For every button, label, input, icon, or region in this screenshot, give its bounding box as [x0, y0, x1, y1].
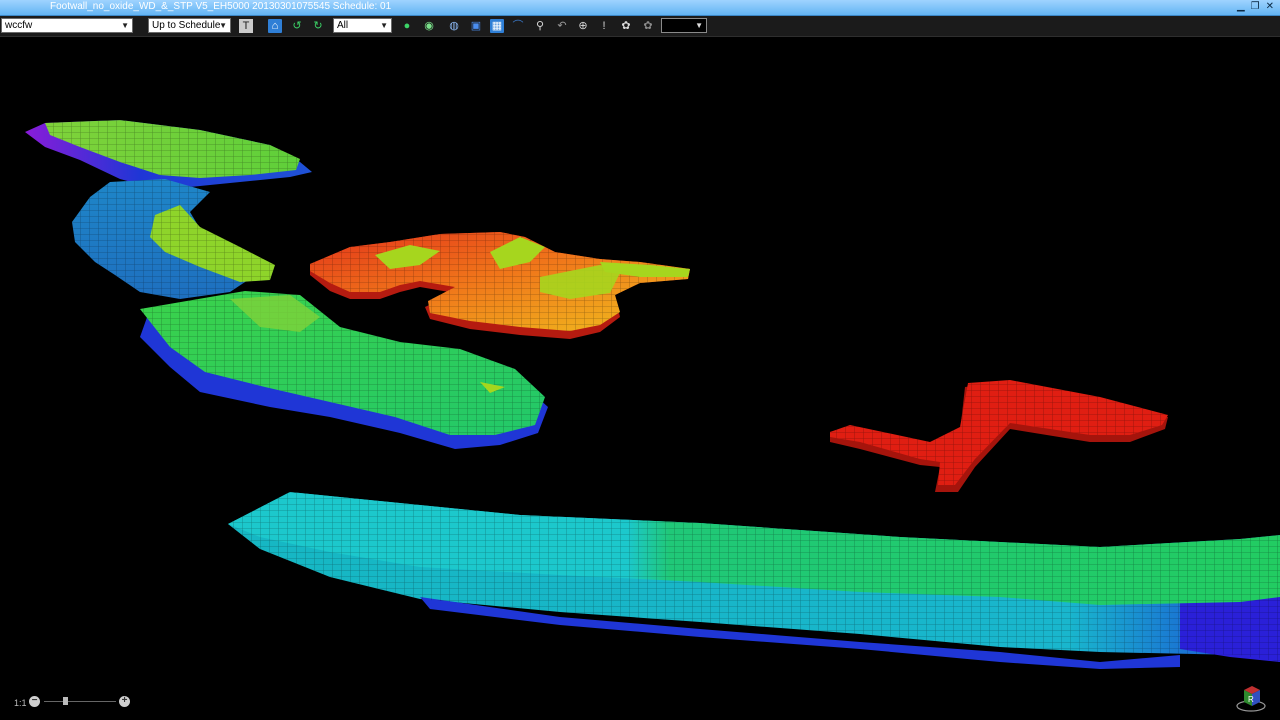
globe-green-icon[interactable]: ●: [400, 19, 414, 33]
block-central-orange: [310, 232, 690, 339]
globe-white-icon[interactable]: ◉: [422, 19, 436, 33]
block-upper-left-blue: [72, 179, 275, 299]
arc-icon[interactable]: ⌒: [511, 19, 525, 33]
zoom-slider-track[interactable]: [44, 701, 116, 702]
refresh-icon[interactable]: ↶: [555, 19, 569, 33]
svg-text:R: R: [1248, 695, 1254, 704]
marker-icon[interactable]: !: [597, 19, 611, 33]
location-pin-icon[interactable]: ⚲: [533, 19, 547, 33]
zoom-out-button[interactable]: −: [29, 696, 40, 707]
block-right-red: [830, 380, 1168, 492]
chevron-down-icon: ▼: [219, 21, 227, 30]
model-select[interactable]: wccfw ▼: [1, 18, 133, 33]
chevron-down-icon: ▼: [695, 21, 703, 30]
title-bar: Footwall_no_oxide_WD_&_STP V5_EH5000 201…: [0, 0, 1280, 16]
window-title: Footwall_no_oxide_WD_&_STP V5_EH5000 201…: [50, 1, 392, 12]
navigation-cube-icon[interactable]: R: [1236, 682, 1266, 712]
window-controls: ▁ ❐ ✕: [1237, 1, 1274, 12]
sphere-icon[interactable]: ◍: [447, 19, 461, 33]
chevron-down-icon: ▼: [380, 21, 388, 30]
schedule-select[interactable]: Up to Schedule ▼: [148, 18, 231, 33]
text-icon[interactable]: T: [239, 19, 253, 33]
color-picker[interactable]: ▼: [661, 18, 707, 33]
rotate-right-icon[interactable]: ↻: [311, 19, 325, 33]
cube-icon[interactable]: ▣: [469, 19, 483, 33]
zoom-slider-thumb[interactable]: [63, 697, 68, 705]
paw-icon[interactable]: ✿: [619, 19, 633, 33]
block-bottom-slab: [228, 492, 1280, 669]
zoom-ratio: 1:1: [14, 698, 27, 708]
zoom-in-button[interactable]: +: [119, 696, 130, 707]
close-icon[interactable]: ✕: [1266, 1, 1274, 12]
select-box-icon[interactable]: ▦: [490, 19, 504, 33]
restore-icon[interactable]: ❐: [1251, 1, 1260, 12]
block-upper-left-green: [25, 120, 312, 187]
filter-select[interactable]: All ▼: [333, 18, 392, 33]
toolbar: wccfw ▼ Up to Schedule ▼ T ⌂ ↺ ↻ All ▼ ●…: [0, 16, 1280, 37]
minimize-icon[interactable]: ▁: [1237, 1, 1245, 12]
target-icon[interactable]: ⊕: [576, 19, 590, 33]
3d-viewport[interactable]: [0, 37, 1280, 720]
rotate-left-icon[interactable]: ↺: [290, 19, 304, 33]
chevron-down-icon: ▼: [121, 21, 129, 30]
paw-gray-icon[interactable]: ✿: [641, 19, 655, 33]
view-top-icon[interactable]: ⌂: [268, 19, 282, 33]
zoom-control: 1:1 − +: [0, 696, 140, 712]
